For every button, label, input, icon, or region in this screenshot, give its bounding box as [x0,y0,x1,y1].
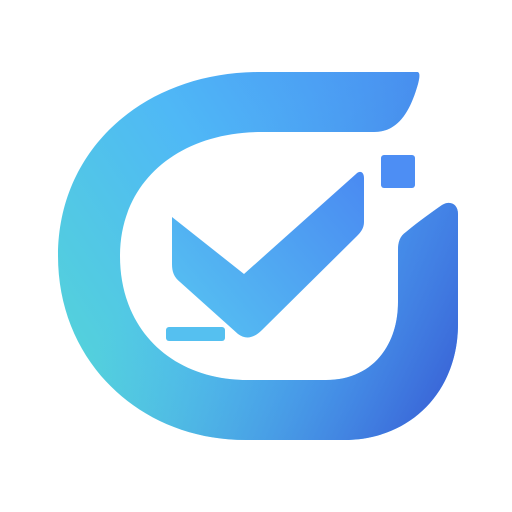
ring-shape [58,72,458,440]
checkmark-badge-icon [58,72,458,440]
logo-canvas [0,0,512,512]
accent-square [381,155,415,188]
underline-bar [166,327,225,341]
check-mark [172,171,364,338]
